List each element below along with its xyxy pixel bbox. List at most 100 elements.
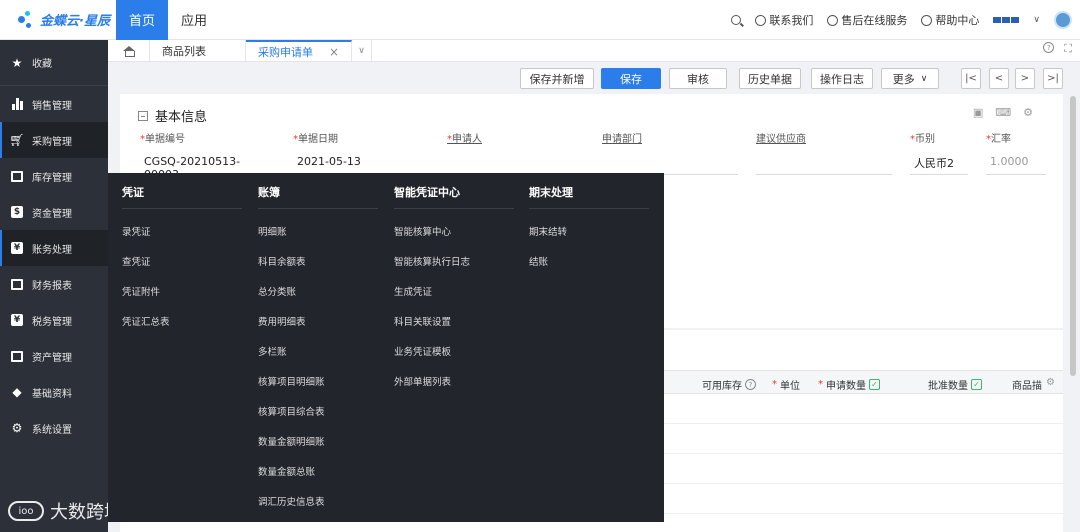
sidebar-item-settings[interactable]: ⚙ 系统设置 [0,410,108,446]
col-available-stock[interactable]: 可用库存 ? [702,377,756,392]
menu-item-period-carryover[interactable]: 期末结转 [529,216,649,246]
menu-item-qty-amount-detail[interactable]: 数量金额明细账 [258,426,378,456]
department-input[interactable] [602,151,738,175]
col-approved-qty[interactable]: 批准数量 ✓ [928,377,982,392]
nav-apps[interactable]: 应用 [168,0,220,40]
nav-home[interactable]: 首页 [116,0,168,40]
sidebar-item-funds[interactable]: $ 资金管理 [0,194,108,230]
tabs-dropdown[interactable]: ∨ [352,40,372,61]
menu-item-expense-detail[interactable]: 费用明细表 [258,306,378,336]
org-switch-icon[interactable] [993,17,1020,23]
save-and-new-button[interactable]: 保存并新增 [520,68,594,89]
asset-icon [10,349,24,363]
currency-select[interactable]: 人民币2 [910,151,968,175]
menu-item-voucher-template[interactable]: 业务凭证模板 [394,336,514,366]
operation-log-button[interactable]: 操作日志 [811,68,873,89]
menu-item-account-mapping[interactable]: 科目关联设置 [394,306,514,336]
menu-item-smart-accounting[interactable]: 智能核算中心 [394,216,514,246]
menu-item-query-voucher[interactable]: 查凭证 [122,246,242,276]
page-scrollbar[interactable] [1070,96,1076,376]
menu-item-multi-column[interactable]: 多栏账 [258,336,378,366]
more-button[interactable]: 更多 ∨ [881,68,939,89]
tab-strip-tools: ? ⛶ [1043,42,1072,56]
menu-col-voucher: 凭证 录凭证 查凭证 凭证附件 凭证汇总表 [122,173,242,336]
col-request-qty[interactable]: * 申请数量 ✓ [818,377,880,392]
menu-item-smart-log[interactable]: 智能核算执行日志 [394,246,514,276]
sidebar-item-basic-data[interactable]: ◆ 基础资料 [0,374,108,410]
last-record-button[interactable]: >| [1043,68,1063,89]
contact-us-link[interactable]: 联系我们 [755,12,813,28]
save-button[interactable]: 保存 [601,68,661,89]
menu-item-project-detail[interactable]: 核算项目明细账 [258,366,378,396]
menu-item-exchange-history[interactable]: 调汇历史信息表 [258,486,378,516]
chevron-down-icon: ∨ [920,73,928,84]
batch-edit-icon[interactable]: ✓ [971,379,982,390]
home-icon [123,45,135,57]
menu-item-enter-voucher[interactable]: 录凭证 [122,216,242,246]
menu-item-detail-ledger[interactable]: 明细账 [258,216,378,246]
app-logo[interactable]: 金蝶云·星辰 [0,0,116,40]
home-tab[interactable] [108,40,150,61]
menu-item-voucher-attachment[interactable]: 凭证附件 [122,276,242,306]
help-icon[interactable]: ? [1043,42,1055,53]
exchange-rate-input[interactable]: 1.0000 [986,151,1046,175]
audit-button[interactable]: 审核 [669,68,727,89]
menu-item-general-ledger[interactable]: 总分类账 [258,276,378,306]
field-supplier: 建议供应商 [756,130,892,175]
collapse-icon[interactable] [138,110,148,121]
supplier-input[interactable] [756,151,892,175]
top-bar: 金蝶云·星辰 首页 应用 联系我们 售后在线服务 帮助中心 ∨ [0,0,1080,40]
print-icon[interactable]: ▣ [973,106,983,119]
fullscreen-icon[interactable]: ⛶ [1064,42,1072,56]
sidebar-item-inventory[interactable]: 库存管理 [0,158,108,194]
sidebar-item-tax[interactable]: ¥ 税务管理 [0,302,108,338]
menu-item-project-summary[interactable]: 核算项目综合表 [258,396,378,426]
sidebar-item-sales[interactable]: 销售管理 [0,86,108,122]
field-doc-date: *单据日期 2021-05-13 [293,130,427,175]
col-product-desc[interactable]: 商品描 [1012,377,1042,392]
avatar[interactable] [1054,11,1072,29]
menu-item-account-balance[interactable]: 科目余额表 [258,246,378,276]
menu-col-smart-voucher: 智能凭证中心 智能核算中心 智能核算执行日志 生成凭证 科目关联设置 业务凭证模… [394,173,514,396]
layers-icon: ◆ [12,385,22,399]
field-currency: *币别 人民币2 [910,130,968,175]
sidebar-item-accounting[interactable]: ¥ 账务处理 [0,230,108,266]
doc-date-input[interactable]: 2021-05-13 [293,151,427,175]
gear-icon[interactable]: ⚙ [1023,106,1033,119]
doc-number-input[interactable]: CGSQ-20210513-00003 [140,151,268,181]
first-record-button[interactable]: |< [961,68,981,89]
tax-icon: ¥ [10,313,24,327]
chevron-down-icon[interactable]: ∨ [1033,15,1040,25]
col-unit[interactable]: * 单位 [772,377,800,392]
cart-icon: 🛒︎ [9,133,25,147]
accounting-flyout-menu: 凭证 录凭证 查凭证 凭证附件 凭证汇总表 账簿 明细账 科目余额表 总分类账 … [108,173,664,522]
batch-edit-icon[interactable]: ✓ [869,379,880,390]
search-icon[interactable] [731,15,742,25]
bar-chart-icon [10,97,24,111]
next-record-button[interactable]: > [1015,68,1035,89]
section-title[interactable]: 基本信息 [138,106,207,125]
menu-item-external-docs[interactable]: 外部单据列表 [394,366,514,396]
tab-purchase-request[interactable]: 采购申请单 × [246,40,352,61]
help-icon[interactable]: ? [745,379,756,390]
chat-icon [755,14,767,26]
menu-item-close-books[interactable]: 结账 [529,246,649,276]
close-icon[interactable]: × [329,45,339,59]
history-button[interactable]: 历史单据 [739,68,801,89]
menu-item-voucher-summary[interactable]: 凭证汇总表 [122,306,242,336]
tab-product-list[interactable]: 商品列表 [150,40,246,61]
online-service-link[interactable]: 售后在线服务 [827,12,907,28]
keyboard-icon[interactable]: ⌨ [995,106,1011,119]
field-department: 申请部门 [602,130,738,175]
menu-item-qty-amount-general[interactable]: 数量金额总账 [258,456,378,486]
help-center-link[interactable]: 帮助中心 [921,12,979,28]
sidebar-item-favorites[interactable]: ★ 收藏 [0,40,108,86]
prev-record-button[interactable]: < [989,68,1009,89]
sidebar: ★ 收藏 销售管理 🛒︎ 采购管理 库存管理 $ 资金管理 ¥ 账务处理 财务报… [0,40,108,532]
applicant-input[interactable] [447,151,583,175]
gear-icon[interactable]: ⚙ [1046,377,1055,388]
sidebar-item-financial-reports[interactable]: 财务报表 [0,266,108,302]
menu-item-generate-voucher[interactable]: 生成凭证 [394,276,514,306]
sidebar-item-assets[interactable]: 资产管理 [0,338,108,374]
sidebar-item-purchase[interactable]: 🛒︎ 采购管理 [0,122,108,158]
